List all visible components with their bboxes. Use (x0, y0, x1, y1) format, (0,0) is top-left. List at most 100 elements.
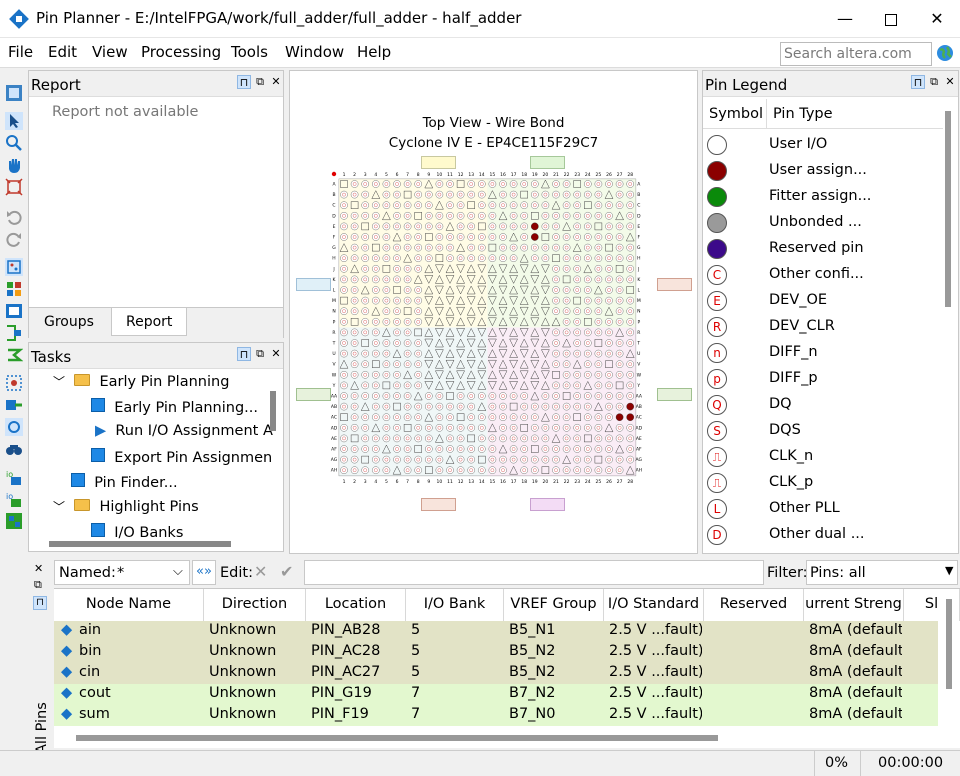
pin[interactable] (382, 360, 391, 368)
pin[interactable] (615, 413, 624, 421)
pin[interactable] (393, 254, 401, 262)
float-panel-icon[interactable]: ⧉ (253, 75, 267, 89)
region-icon[interactable] (5, 374, 23, 392)
tasks-hscrollbar[interactable] (49, 541, 231, 547)
pin[interactable] (541, 455, 550, 464)
pin[interactable] (615, 455, 624, 464)
pin[interactable] (414, 243, 422, 252)
pin[interactable] (382, 254, 391, 262)
pin[interactable] (414, 265, 422, 273)
pin[interactable] (552, 466, 560, 475)
pin[interactable] (562, 434, 571, 443)
pin[interactable] (393, 201, 401, 210)
pin[interactable] (626, 328, 635, 337)
pin[interactable] (414, 455, 422, 464)
close-button[interactable]: ✕ (914, 0, 960, 38)
table-cell[interactable]: 2.5 V ...fault) (606, 684, 702, 705)
pin[interactable] (414, 402, 422, 411)
pin[interactable] (340, 339, 348, 347)
pin[interactable] (615, 434, 624, 443)
pin[interactable] (393, 307, 401, 315)
table-cell[interactable]: 7 (408, 705, 502, 726)
pin[interactable] (605, 402, 613, 411)
pin[interactable] (361, 392, 370, 400)
pin[interactable] (573, 222, 581, 231)
pin[interactable] (446, 434, 454, 443)
pin[interactable] (340, 466, 348, 475)
pin[interactable] (403, 243, 412, 252)
pin[interactable] (530, 402, 539, 411)
pin[interactable] (530, 434, 539, 443)
pin[interactable] (615, 360, 624, 368)
pin[interactable] (541, 243, 550, 252)
pin[interactable] (414, 413, 422, 421)
pin[interactable] (583, 360, 592, 368)
pin[interactable] (340, 317, 348, 326)
pin[interactable] (456, 455, 465, 464)
table-cell[interactable]: 5 (408, 621, 502, 642)
pin[interactable] (583, 370, 592, 379)
pin[interactable] (477, 434, 486, 443)
pin[interactable] (393, 317, 401, 326)
pin[interactable] (446, 190, 454, 199)
pin[interactable] (446, 423, 454, 432)
pin[interactable] (488, 455, 497, 464)
table-cell[interactable]: B7_N2 (506, 684, 602, 705)
table-cell[interactable]: 2.5 V ...fault) (606, 663, 702, 684)
pin[interactable] (372, 349, 380, 358)
pin[interactable] (372, 222, 380, 231)
pin[interactable] (382, 307, 391, 315)
pin[interactable] (594, 180, 603, 188)
diff-pin-icon[interactable] (5, 324, 23, 342)
pin[interactable] (393, 392, 401, 400)
pin[interactable] (340, 328, 348, 337)
pin[interactable] (393, 243, 401, 252)
table-cell[interactable]: PIN_AB28 (308, 621, 404, 642)
pin[interactable] (372, 265, 380, 273)
fit-icon[interactable] (5, 178, 23, 196)
pin[interactable] (488, 180, 497, 188)
pin[interactable] (541, 392, 550, 400)
pin[interactable] (573, 307, 581, 315)
table-cell[interactable]: 2.5 V ...fault) (606, 705, 702, 726)
pin[interactable] (626, 212, 635, 220)
pin[interactable] (605, 296, 613, 305)
pin[interactable] (403, 212, 412, 220)
pin[interactable] (403, 222, 412, 231)
pin[interactable] (382, 275, 391, 284)
pin[interactable] (456, 434, 465, 443)
pin[interactable] (425, 445, 433, 453)
pin[interactable] (488, 212, 497, 220)
table-cell[interactable]: Unknown (206, 663, 304, 684)
pin[interactable] (403, 402, 412, 411)
pin[interactable] (594, 190, 603, 199)
table-row[interactable]: ◆ cout Unknown PIN_G19 7 B7_N2 2.5 V ...fault)… (54, 684, 938, 705)
pin[interactable] (403, 466, 412, 475)
table-cell[interactable]: 7 (408, 684, 502, 705)
column-header[interactable]: Reserved (704, 589, 804, 621)
pin[interactable] (594, 254, 603, 262)
pin[interactable] (350, 233, 359, 241)
pin[interactable] (594, 233, 603, 241)
table-cell[interactable] (706, 642, 802, 663)
pin[interactable] (350, 445, 359, 453)
pin[interactable] (530, 423, 539, 432)
pin[interactable] (605, 434, 613, 443)
pin[interactable] (509, 190, 518, 199)
pin[interactable] (583, 339, 592, 347)
pin[interactable] (583, 243, 592, 252)
pin[interactable] (530, 180, 539, 188)
pin[interactable] (477, 466, 486, 475)
pin[interactable] (615, 370, 624, 379)
pin[interactable] (361, 190, 370, 199)
pin[interactable] (456, 212, 465, 220)
pin[interactable] (477, 392, 486, 400)
pin[interactable] (594, 328, 603, 337)
pin[interactable] (361, 265, 370, 273)
pin[interactable] (403, 233, 412, 241)
pin[interactable] (594, 275, 603, 284)
pin[interactable] (382, 392, 391, 400)
pin[interactable] (594, 423, 603, 432)
pin[interactable] (340, 423, 348, 432)
cancel-edit-icon[interactable]: ✕ (254, 562, 267, 581)
